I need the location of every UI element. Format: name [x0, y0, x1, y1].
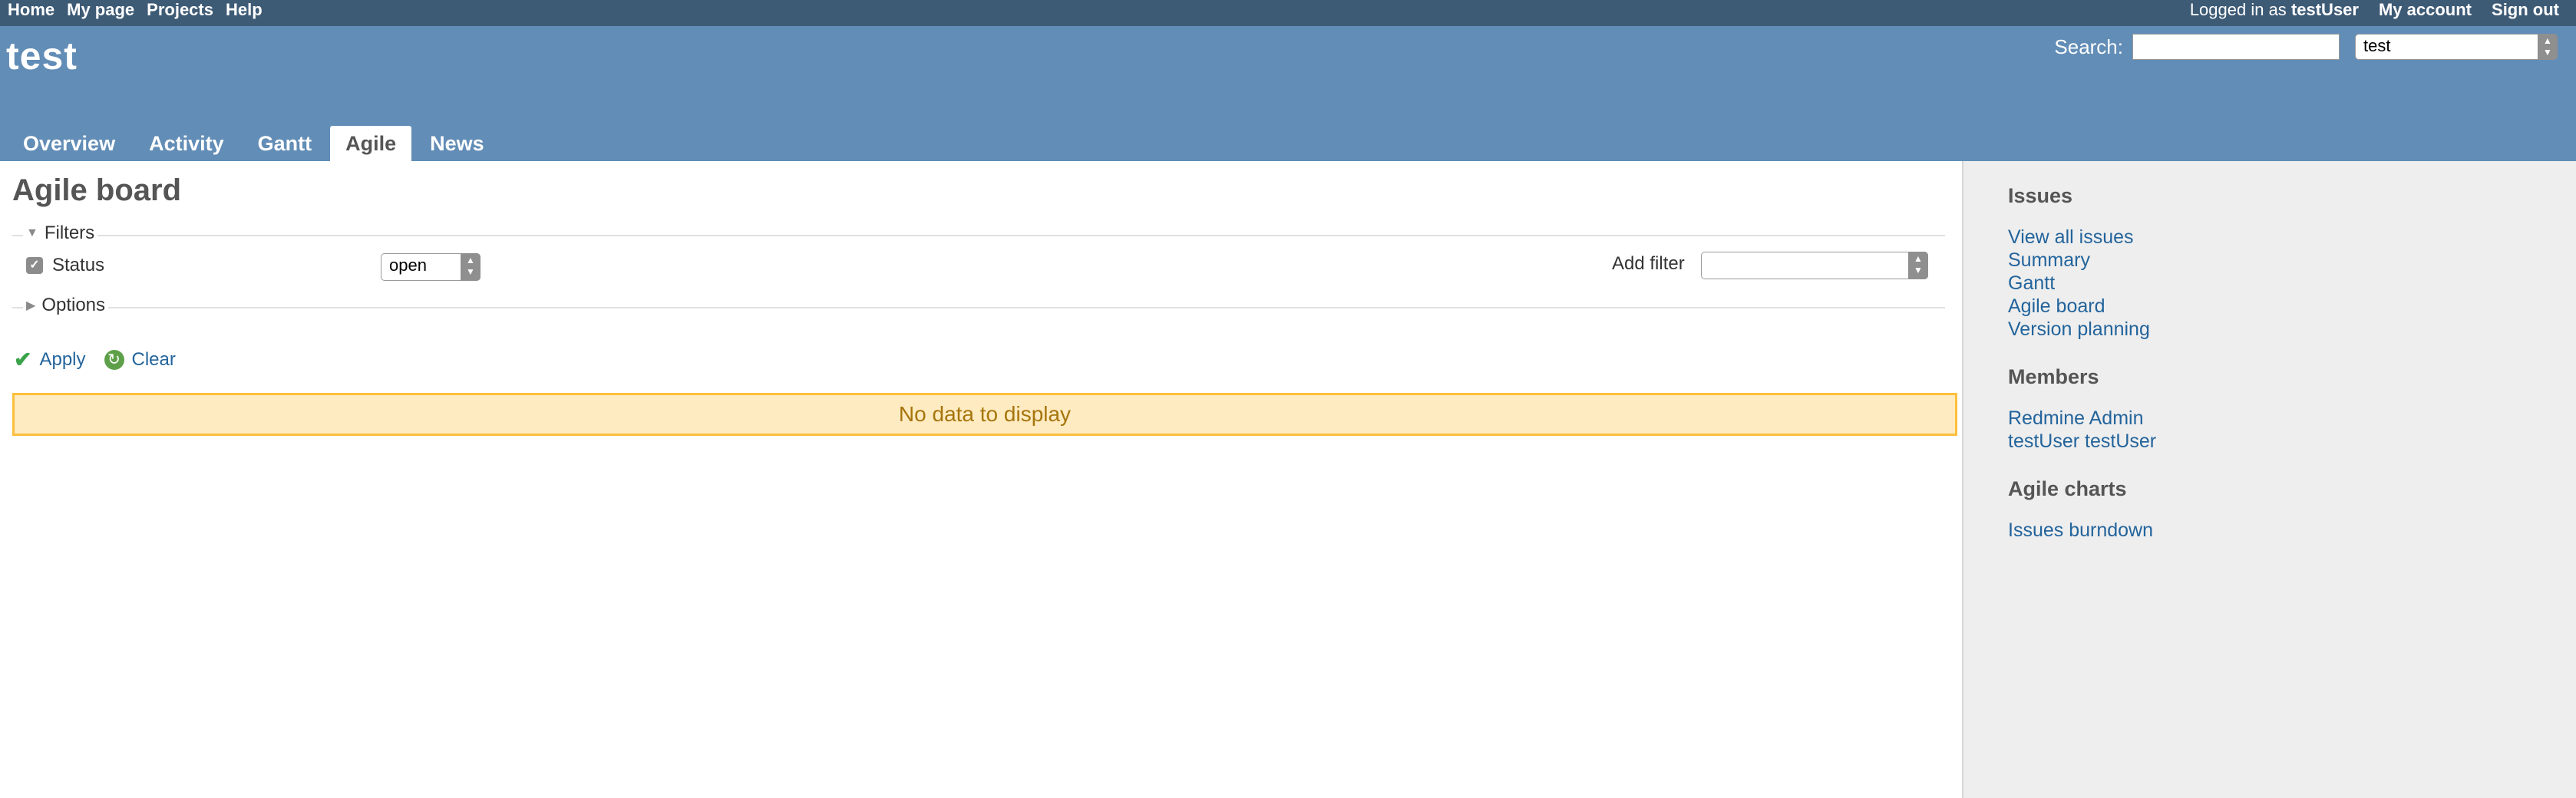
filters-legend-label: Filters [44, 223, 95, 243]
tab-gantt[interactable]: Gantt [243, 126, 328, 161]
status-filter-checkbox[interactable]: ✓ [26, 257, 43, 274]
sidebar-agile-charts-heading: Agile charts [2008, 477, 2127, 500]
tab-overview[interactable]: Overview [8, 126, 130, 161]
sidebar-members-list: Redmine Admin testUser testUser [2008, 407, 2156, 453]
sidebar: Issues View all issues Summary Gantt Agi… [1962, 161, 2576, 798]
gantt-link[interactable]: Gantt [2008, 272, 2150, 295]
project-jump-value: test [2363, 36, 2391, 55]
projects-link[interactable]: Projects [147, 0, 213, 20]
tab-activity[interactable]: Activity [134, 126, 239, 161]
select-arrows-icon: ▲ ▼ [461, 253, 481, 281]
page-title: Agile board [12, 173, 182, 207]
sidebar-members-heading: Members [2008, 365, 2099, 388]
help-link[interactable]: Help [226, 0, 263, 20]
logged-in-prefix: Logged in as [2189, 0, 2287, 19]
main-content: Agile board ▼ Filters ✓ Status open ▲ ▼ A… [0, 161, 1962, 798]
status-operator-select[interactable]: open ▲ ▼ [381, 253, 481, 281]
status-filter-label: Status [52, 255, 105, 275]
view-all-issues-link[interactable]: View all issues [2008, 226, 2150, 249]
main-menu: Overview Activity Gantt Agile News [8, 126, 500, 161]
search-input[interactable] [2132, 34, 2340, 60]
options-fieldset-line [12, 307, 1945, 308]
sidebar-charts-links: Issues burndown [2008, 519, 2153, 542]
options-legend-label: Options [41, 295, 106, 315]
apply-link[interactable]: Apply [39, 349, 85, 371]
expanded-triangle-icon: ▼ [26, 226, 38, 239]
tab-agile[interactable]: Agile [330, 126, 412, 161]
no-data-message: No data to display [12, 393, 1957, 436]
filters-fieldset-line [12, 235, 1945, 236]
summary-link[interactable]: Summary [2008, 249, 2150, 272]
member-link[interactable]: Redmine Admin [2008, 407, 2156, 430]
my-account-link[interactable]: My account [2379, 0, 2472, 20]
issues-burndown-link[interactable]: Issues burndown [2008, 519, 2153, 542]
reload-icon: ↻ [104, 349, 124, 370]
clear-link[interactable]: Clear [132, 349, 176, 371]
agile-board-link[interactable]: Agile board [2008, 295, 2150, 318]
version-planning-link[interactable]: Version planning [2008, 318, 2150, 341]
select-arrows-icon: ▲ ▼ [1908, 252, 1928, 279]
collapsed-triangle-icon: ▶ [26, 299, 36, 312]
sidebar-issues-heading: Issues [2008, 184, 2073, 207]
top-menu-right: Logged in as testUser My account Sign ou… [2190, 0, 2559, 20]
project-jump-select[interactable]: test ▲ ▼ [2355, 34, 2558, 60]
query-actions: ✔ Apply ↻ Clear [14, 347, 176, 372]
sidebar-issues-links: View all issues Summary Gantt Agile boar… [2008, 226, 2150, 341]
top-menu-left: Home My page Projects Help [8, 0, 263, 20]
add-filter-select[interactable]: ▲ ▼ [1701, 252, 1928, 279]
status-select-value: open [389, 256, 427, 275]
quick-search: Search: test ▲ ▼ [2054, 34, 2558, 60]
status-filter-row: ✓ Status [26, 255, 104, 276]
top-menu: Home My page Projects Help Logged in as … [0, 0, 2576, 26]
tab-news[interactable]: News [414, 126, 500, 161]
member-link[interactable]: testUser testUser [2008, 430, 2156, 453]
checkmark-icon: ✔ [14, 348, 32, 371]
home-link[interactable]: Home [8, 0, 54, 20]
current-user-link[interactable]: testUser [2291, 0, 2359, 19]
logged-in-as: Logged in as testUser [2190, 0, 2359, 20]
project-title: test [6, 35, 78, 77]
options-legend[interactable]: ▶ Options [23, 295, 109, 316]
sign-out-link[interactable]: Sign out [2492, 0, 2559, 20]
header: test Search: test ▲ ▼ Overview Activity G… [0, 26, 2576, 161]
filters-legend[interactable]: ▼ Filters [23, 223, 98, 244]
add-filter-label: Add filter [1612, 253, 1685, 274]
search-label[interactable]: Search: [2054, 35, 2123, 59]
my-page-link[interactable]: My page [67, 0, 134, 20]
select-arrows-icon: ▲ ▼ [2538, 34, 2558, 60]
